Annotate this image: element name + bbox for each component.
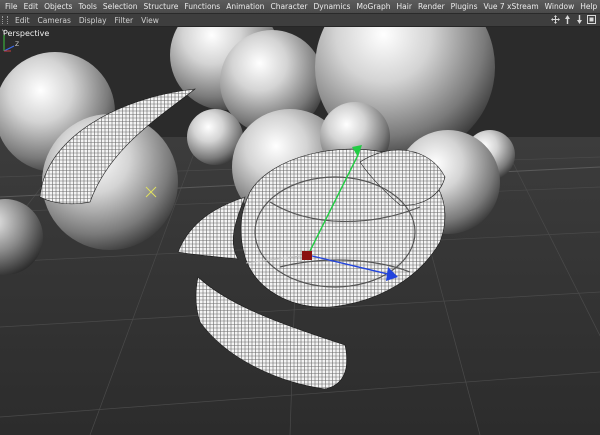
menu-file[interactable]: File — [2, 0, 21, 14]
viewport-menu-display[interactable]: Display — [75, 14, 111, 27]
perspective-viewport[interactable]: Perspective Y Z — [0, 27, 600, 435]
main-menubar: File Edit Objects Tools Selection Struct… — [0, 0, 600, 14]
viewport-menu-edit[interactable]: Edit — [11, 14, 34, 27]
move-view-icon[interactable] — [551, 15, 560, 24]
menu-render[interactable]: Render — [415, 0, 448, 14]
menu-window[interactable]: Window — [542, 0, 578, 14]
menu-plugins[interactable]: Plugins — [448, 0, 481, 14]
menu-functions[interactable]: Functions — [181, 0, 223, 14]
navigate-icon[interactable] — [563, 15, 572, 24]
viewport-menu-view[interactable]: View — [137, 14, 163, 27]
viewport-nav-icons — [551, 15, 596, 24]
maximize-icon[interactable] — [587, 15, 596, 24]
menu-help[interactable]: Help — [577, 0, 600, 14]
menu-tools[interactable]: Tools — [75, 0, 99, 14]
menu-dynamics[interactable]: Dynamics — [310, 0, 353, 14]
menu-edit[interactable]: Edit — [21, 0, 42, 14]
world-axis-gizmo: Y Z — [1, 29, 19, 52]
viewport-menu-cameras[interactable]: Cameras — [34, 14, 75, 27]
zoom-icon[interactable] — [575, 15, 584, 24]
menu-character[interactable]: Character — [267, 0, 310, 14]
menu-animation[interactable]: Animation — [223, 0, 267, 14]
menu-structure[interactable]: Structure — [141, 0, 182, 14]
menu-objects[interactable]: Objects — [41, 0, 75, 14]
axis-y-label: Y — [1, 29, 6, 36]
menu-hair[interactable]: Hair — [394, 0, 415, 14]
viewport-scene — [0, 27, 600, 435]
viewport-menu-filter[interactable]: Filter — [111, 14, 138, 27]
drag-grip-icon[interactable] — [2, 16, 8, 24]
menu-selection[interactable]: Selection — [100, 0, 141, 14]
object-center-icon[interactable] — [302, 251, 312, 260]
viewport-menubar: Edit Cameras Display Filter View — [0, 14, 600, 27]
menu-mograph[interactable]: MoGraph — [353, 0, 393, 14]
menu-vue-xstream[interactable]: Vue 7 xStream — [481, 0, 542, 14]
axis-z-label: Z — [15, 41, 19, 48]
